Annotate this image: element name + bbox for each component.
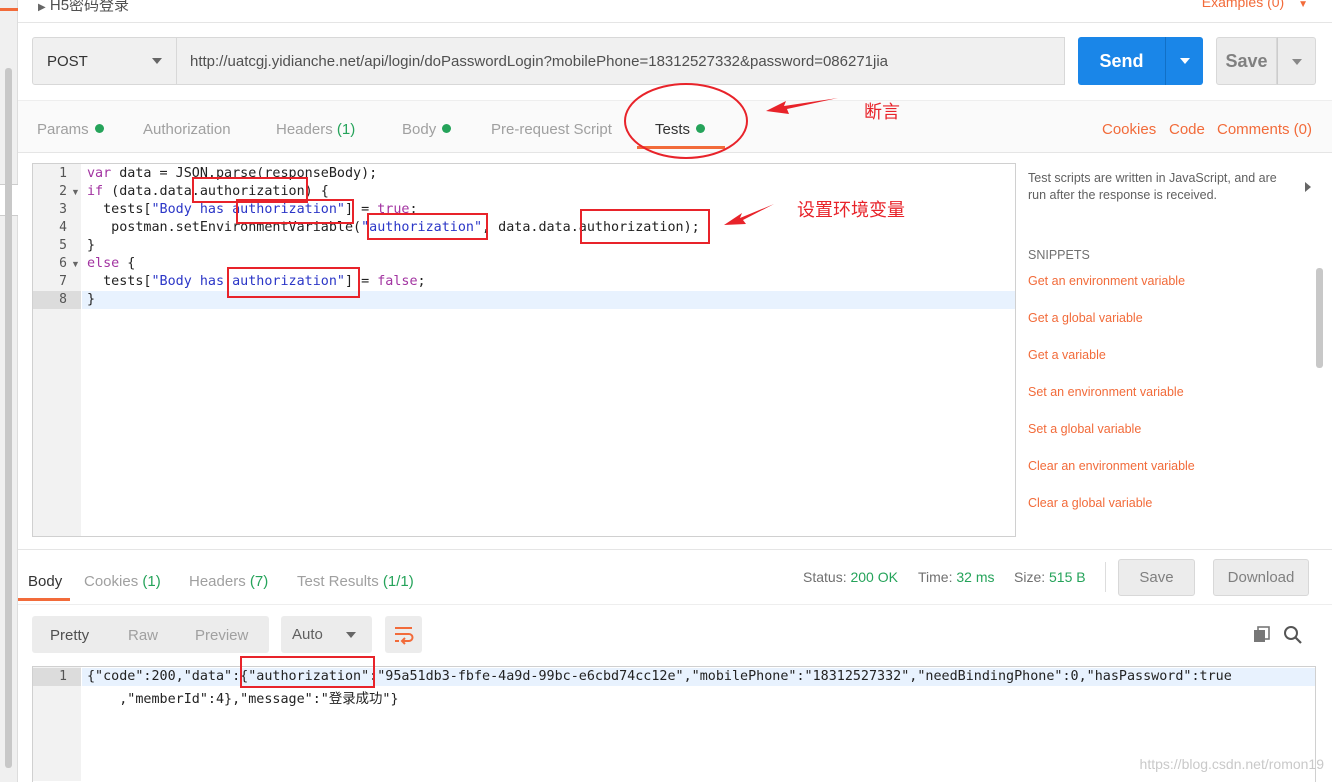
assert-annotation: 断言: [864, 102, 900, 123]
highlight-box: [240, 656, 375, 688]
tests-tab-circle: [624, 83, 748, 159]
highlight-box: [227, 267, 360, 298]
annotation-overlay: [624, 83, 838, 225]
highlight-box: [236, 199, 354, 224]
highlight-box: [580, 209, 710, 244]
highlight-box: [367, 213, 488, 240]
arrow-to-tests: [766, 98, 838, 114]
arrow-to-env-var: [724, 204, 774, 225]
set-env-annotation: 设置环境变量: [797, 200, 905, 221]
